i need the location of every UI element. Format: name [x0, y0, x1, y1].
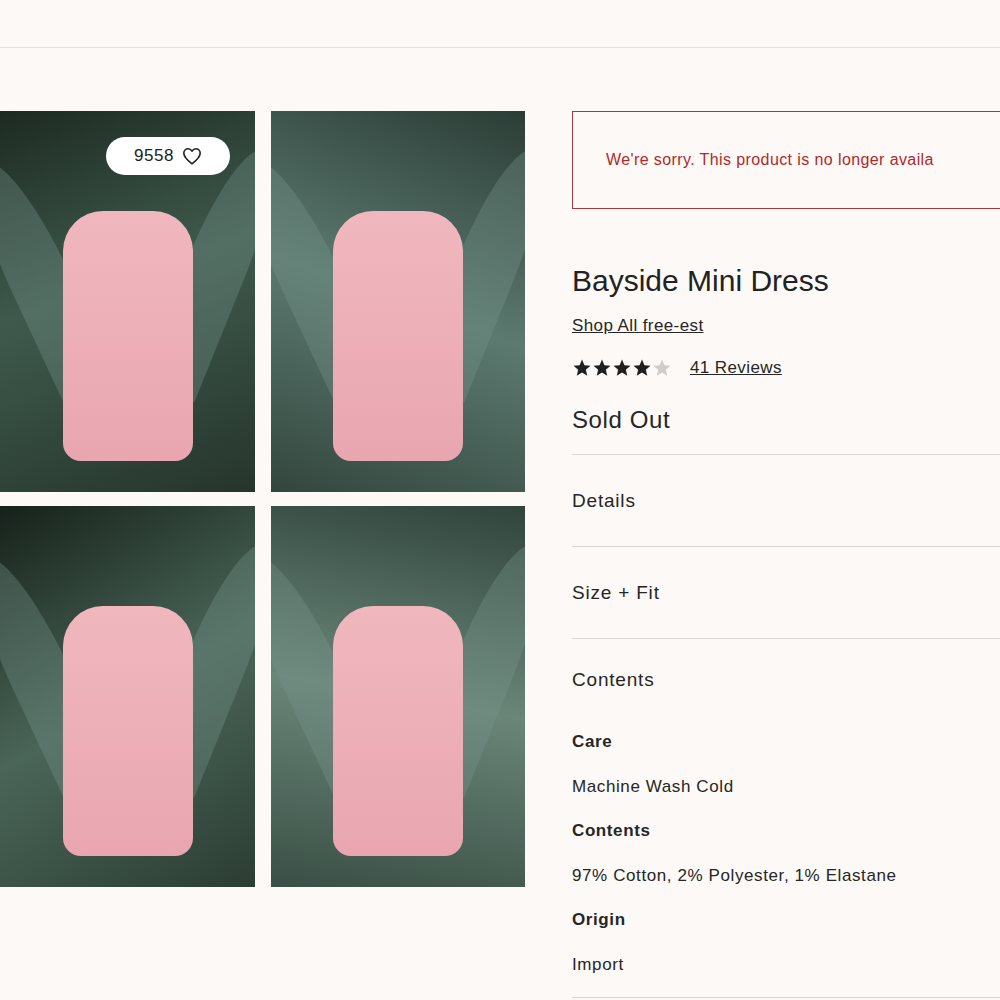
reviews-link[interactable]: 41 Reviews	[690, 358, 782, 378]
star-icon	[612, 358, 632, 378]
accordion-header[interactable]: Size + Fit	[572, 547, 1000, 638]
favorite-count: 9558	[134, 146, 174, 166]
accordion-section: Details	[572, 454, 1000, 546]
product-photo[interactable]	[271, 506, 525, 887]
field-label: Care	[572, 720, 1000, 765]
header-bar	[0, 0, 1000, 48]
accordion: Details Size + Fit Contents Care Machine…	[572, 454, 1000, 998]
star-icon	[592, 358, 612, 378]
product-photo[interactable]	[0, 506, 255, 887]
product-photo[interactable]: 9558	[0, 111, 255, 492]
field-value: 97% Cotton, 2% Polyester, 1% Elastane	[572, 854, 1000, 899]
field-label: Contents	[572, 809, 1000, 854]
heart-icon[interactable]	[182, 147, 202, 165]
product-photo[interactable]	[271, 111, 525, 492]
rating-row: 41 Reviews	[572, 356, 1000, 380]
accordion-section: Contents Care Machine Wash ColdContents …	[572, 638, 1000, 998]
star-icon	[652, 358, 672, 378]
field-label: Origin	[572, 898, 1000, 943]
section-content: Care Machine Wash ColdContents 97% Cotto…	[572, 720, 1000, 998]
star-icon	[632, 358, 652, 378]
shop-all-link[interactable]: Shop All free-est	[572, 314, 704, 338]
accordion-header[interactable]: Details	[572, 455, 1000, 546]
field-value: Import	[572, 943, 1000, 988]
accordion-section: Size + Fit	[572, 546, 1000, 638]
accordion-header[interactable]: Contents	[572, 639, 1000, 720]
product-title: Bayside Mini Dress	[572, 261, 1000, 301]
product-main: 9558 We're sorry. This product is no lon…	[0, 48, 1000, 998]
product-page: 9558 We're sorry. This product is no lon…	[0, 0, 1000, 1000]
dress-figure	[63, 211, 193, 461]
dress-figure	[333, 606, 463, 856]
unavailable-notice: We're sorry. This product is no longer a…	[572, 111, 1000, 209]
photo-gallery: 9558	[0, 111, 525, 998]
favorite-badge[interactable]: 9558	[106, 137, 230, 175]
star-icon	[572, 358, 592, 378]
field-value: Machine Wash Cold	[572, 765, 1000, 810]
dress-figure	[63, 606, 193, 856]
notice-text: We're sorry. This product is no longer a…	[606, 151, 934, 169]
star-rating	[572, 358, 672, 378]
stock-status: Sold Out	[572, 404, 1000, 436]
product-info: We're sorry. This product is no longer a…	[572, 111, 1000, 998]
dress-figure	[333, 211, 463, 461]
